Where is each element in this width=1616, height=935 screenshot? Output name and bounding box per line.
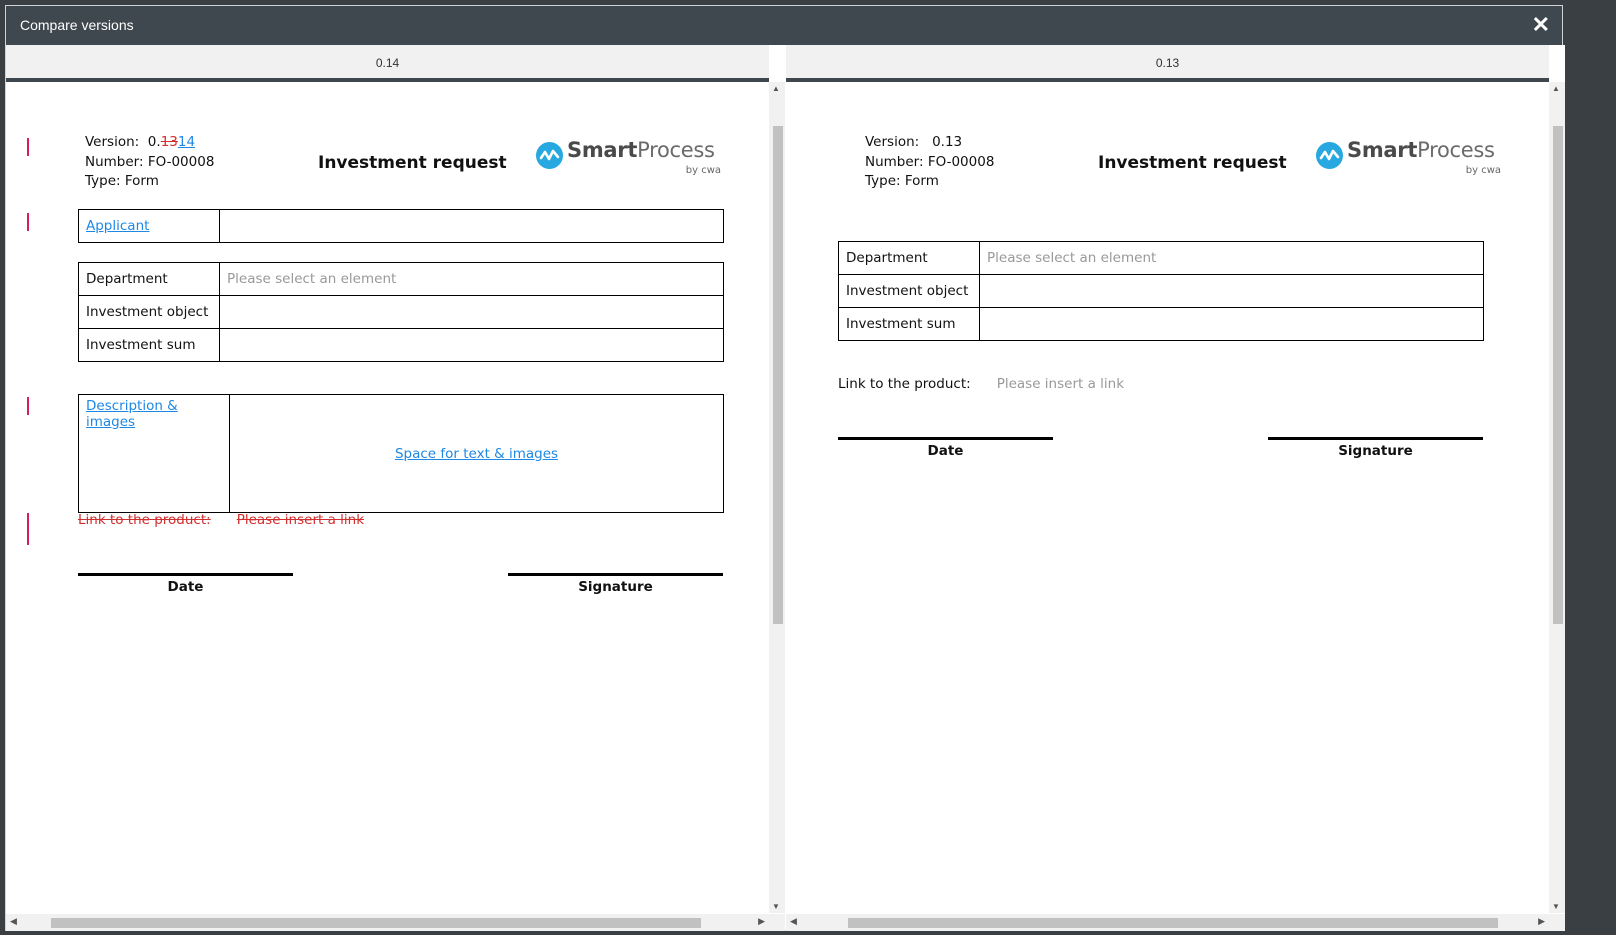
document-heading: Investment request bbox=[318, 153, 507, 173]
smartprocess-logo: SmartProcess by cwa bbox=[536, 136, 721, 176]
table-row: Investment sum bbox=[78, 328, 724, 362]
logo-wave-icon bbox=[536, 142, 563, 169]
close-icon[interactable]: ✕ bbox=[1532, 12, 1550, 38]
signature-line: Signature bbox=[1268, 437, 1483, 459]
row-label: Investment object bbox=[78, 295, 220, 329]
link-label: Link to the product: bbox=[838, 376, 971, 392]
space-for-text-link[interactable]: Space for text & images bbox=[395, 446, 558, 462]
right-horizontal-scrollbar[interactable]: ◀ ▶ bbox=[786, 914, 1549, 931]
deleted-link-row: Link to the product: Please insert a link bbox=[78, 512, 364, 528]
change-marker bbox=[27, 397, 29, 415]
scroll-thumb[interactable] bbox=[848, 918, 1498, 928]
details-table: Department Please select an element Inves… bbox=[838, 241, 1484, 341]
left-version-pane: 0.14 Version: 0.1314 Number: FO-00008 Ty… bbox=[6, 45, 785, 931]
logo-by: by cwa bbox=[685, 165, 721, 176]
scroll-thumb[interactable] bbox=[773, 126, 783, 624]
number-line: Number: FO-00008 bbox=[865, 153, 995, 170]
date-line: Date bbox=[838, 437, 1053, 459]
number-line: Number: FO-00008 bbox=[85, 153, 215, 170]
row-label: Investment object bbox=[838, 274, 980, 308]
compare-versions-dialog: Compare versions ✕ 0.14 Version: 0.1314 … bbox=[5, 5, 1565, 931]
scroll-right-icon[interactable]: ▶ bbox=[1538, 916, 1545, 927]
left-document: Version: 0.1314 Number: FO-00008 Type: F… bbox=[6, 88, 769, 910]
logo-smart: Smart bbox=[1347, 138, 1418, 162]
description-link[interactable]: Description & images bbox=[86, 398, 178, 430]
smartprocess-logo: SmartProcess by cwa bbox=[1316, 136, 1501, 176]
table-row: Investment sum bbox=[838, 307, 1484, 341]
signature-line: Signature bbox=[508, 573, 723, 595]
row-label: Investment sum bbox=[838, 307, 980, 341]
table-row: Investment object bbox=[838, 274, 1484, 308]
right-version-pane: 0.13 Version: 0.13 Number: FO-00008 Type… bbox=[786, 45, 1565, 931]
table-row: Department Please select an element bbox=[838, 241, 1484, 275]
logo-process: Process bbox=[637, 138, 715, 162]
right-document: Version: 0.13 Number: FO-00008 Type: For… bbox=[786, 88, 1549, 910]
investment-sum-field[interactable] bbox=[219, 328, 724, 362]
applicant-link[interactable]: Applicant bbox=[86, 218, 149, 234]
change-marker bbox=[27, 513, 29, 545]
right-version-header: 0.13 bbox=[786, 45, 1549, 82]
details-table: Department Please select an element Inves… bbox=[78, 262, 724, 362]
scroll-right-icon[interactable]: ▶ bbox=[758, 916, 765, 927]
logo-process: Process bbox=[1417, 138, 1495, 162]
version-inserted: 14 bbox=[177, 134, 196, 150]
type-line: Type: Form bbox=[85, 173, 159, 189]
logo-wave-icon bbox=[1316, 142, 1343, 169]
row-label: Department bbox=[838, 241, 980, 275]
link-label: Link to the product: bbox=[78, 512, 211, 528]
row-label: Department bbox=[78, 262, 220, 296]
link-row: Link to the product: Please insert a link bbox=[838, 376, 1124, 392]
date-line: Date bbox=[78, 573, 293, 595]
scroll-thumb[interactable] bbox=[1553, 126, 1563, 624]
version-line: Version: 0.1314 bbox=[85, 133, 214, 153]
investment-sum-field[interactable] bbox=[979, 307, 1484, 341]
scroll-left-icon[interactable]: ◀ bbox=[10, 916, 17, 927]
document-meta: Version: 0.13 Number: FO-00008 Type: For… bbox=[865, 133, 994, 192]
dialog-titlebar: Compare versions ✕ bbox=[6, 6, 1562, 45]
version-line: Version: 0.13 bbox=[865, 134, 963, 150]
version-deleted: 13 bbox=[160, 134, 178, 150]
link-placeholder: Please insert a link bbox=[236, 512, 365, 528]
type-line: Type: Form bbox=[865, 173, 939, 189]
left-version-header: 0.14 bbox=[6, 45, 769, 82]
left-vertical-scrollbar[interactable]: ▲ ▼ bbox=[769, 82, 785, 913]
department-select[interactable]: Please select an element bbox=[979, 241, 1484, 275]
logo-smart: Smart bbox=[567, 138, 638, 162]
investment-object-field[interactable] bbox=[979, 274, 1484, 308]
table-row: Department Please select an element bbox=[78, 262, 724, 296]
right-vertical-scrollbar[interactable]: ▲ ▼ bbox=[1549, 82, 1565, 913]
dialog-title: Compare versions bbox=[20, 17, 134, 33]
scroll-up-icon[interactable]: ▲ bbox=[772, 84, 780, 93]
document-heading: Investment request bbox=[1098, 153, 1287, 173]
change-marker bbox=[27, 138, 29, 156]
table-row: Investment object bbox=[78, 295, 724, 329]
left-horizontal-scrollbar[interactable]: ◀ ▶ bbox=[6, 914, 769, 931]
scroll-down-icon[interactable]: ▼ bbox=[772, 902, 780, 911]
logo-by: by cwa bbox=[1465, 165, 1501, 176]
investment-object-field[interactable] bbox=[219, 295, 724, 329]
version-prefix: 0. bbox=[147, 134, 161, 150]
row-label: Investment sum bbox=[78, 328, 220, 362]
applicant-table: Applicant bbox=[78, 209, 724, 243]
scroll-thumb[interactable] bbox=[51, 918, 701, 928]
change-marker bbox=[27, 213, 29, 231]
description-table: Description & images Space for text & im… bbox=[78, 394, 724, 513]
link-placeholder[interactable]: Please insert a link bbox=[997, 376, 1124, 392]
scroll-down-icon[interactable]: ▼ bbox=[1552, 902, 1560, 911]
scroll-left-icon[interactable]: ◀ bbox=[790, 916, 797, 927]
department-select[interactable]: Please select an element bbox=[219, 262, 724, 296]
version-label: Version: bbox=[85, 134, 140, 150]
scroll-up-icon[interactable]: ▲ bbox=[1552, 84, 1560, 93]
document-meta: Version: 0.1314 Number: FO-00008 Type: F… bbox=[85, 133, 214, 192]
